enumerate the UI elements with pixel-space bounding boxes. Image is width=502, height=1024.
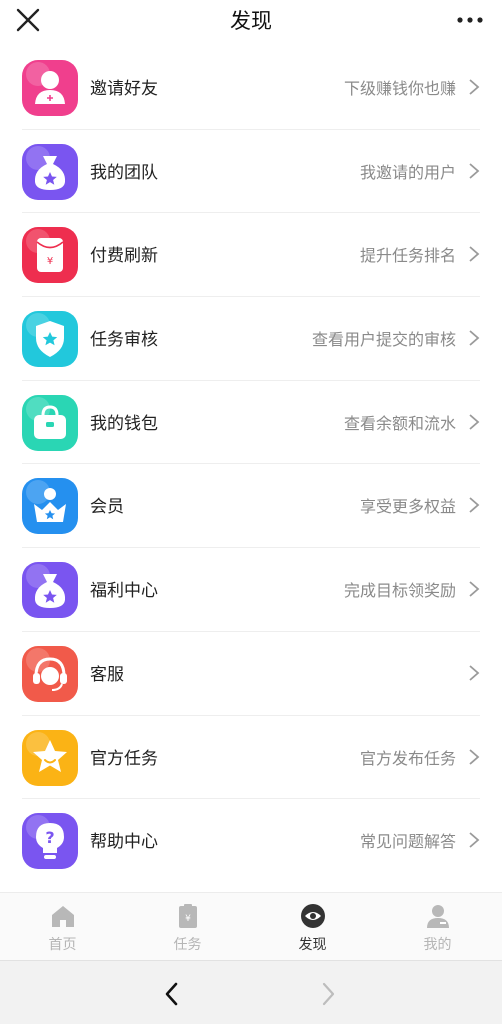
page-title: 发现 xyxy=(230,9,272,33)
chevron-right-icon xyxy=(469,79,480,95)
chevron-right-icon xyxy=(469,832,480,848)
menu-item-label: 付费刷新 xyxy=(90,246,158,267)
menu-item-label: 任务审核 xyxy=(90,330,158,351)
tab-label: 任务 xyxy=(173,937,202,953)
chevron-right-icon xyxy=(469,497,480,514)
menu-item-subtitle: 常见问题解答 xyxy=(359,832,456,852)
svg-text:?: ? xyxy=(45,828,54,847)
back-arrow-icon[interactable] xyxy=(162,981,182,1007)
tab-mine[interactable]: 我的 xyxy=(375,893,500,961)
menu-item-subtitle: 完成目标领奖励 xyxy=(343,581,456,601)
menu-item-subtitle: 提升任务排名 xyxy=(359,246,456,266)
menu-item-service[interactable]: 客服 xyxy=(22,632,480,716)
chevron-right-icon xyxy=(469,330,480,346)
menu-item-refresh[interactable]: ¥ 付费刷新 提升任务排名 xyxy=(22,213,480,298)
menu-item-wallet[interactable]: 我的钱包 查看余额和流水 xyxy=(22,381,480,465)
chevron-right-icon xyxy=(469,748,480,765)
invite-user-icon xyxy=(22,60,78,116)
team-bag-icon xyxy=(22,143,78,200)
tab-home[interactable]: 首页 xyxy=(0,893,125,961)
gift-bag-icon xyxy=(22,562,78,619)
menu-item-welfare[interactable]: 福利中心 完成目标领奖励 xyxy=(22,548,480,632)
home-icon xyxy=(51,906,74,927)
tab-label: 发现 xyxy=(298,937,327,953)
eye-icon xyxy=(300,904,325,928)
chevron-right-icon xyxy=(469,246,480,263)
menu-item-invite[interactable]: 邀请好友 下级赚钱你也赚 xyxy=(22,46,480,130)
help-bulb-icon: ? xyxy=(22,813,78,870)
menu-item-label: 福利中心 xyxy=(90,581,158,602)
menu-item-label: 我的钱包 xyxy=(90,413,158,434)
menu-item-subtitle: 查看用户提交的审核 xyxy=(311,330,456,350)
menu-item-label: 会员 xyxy=(90,497,124,518)
menu-item-subtitle: 享受更多权益 xyxy=(359,497,456,517)
menu-item-label: 客服 xyxy=(90,664,124,685)
menu-item-team[interactable]: 我的团队 我邀请的用户 xyxy=(22,130,480,214)
top-bar: 发现 xyxy=(0,0,502,40)
red-envelope-icon: ¥ xyxy=(22,227,78,284)
chevron-right-icon xyxy=(469,581,480,597)
menu-item-label: 帮助中心 xyxy=(90,832,158,853)
star-icon xyxy=(22,729,78,786)
tab-label: 首页 xyxy=(48,937,77,953)
crown-user-icon xyxy=(22,478,78,535)
menu-item-subtitle: 查看余额和流水 xyxy=(343,413,456,433)
chevron-right-icon xyxy=(469,163,480,179)
menu-item-vip[interactable]: 会员 享受更多权益 xyxy=(22,464,480,549)
svg-text:¥: ¥ xyxy=(47,256,53,267)
menu-item-subtitle: 下级赚钱你也赚 xyxy=(343,79,456,98)
profile-icon xyxy=(426,905,449,928)
headset-icon xyxy=(22,645,78,702)
menu-item-review[interactable]: 任务审核 查看用户提交的审核 xyxy=(22,297,480,381)
tab-discover[interactable]: 发现 xyxy=(250,893,375,961)
forward-arrow-icon[interactable] xyxy=(318,981,338,1007)
menu-item-label: 我的团队 xyxy=(90,162,158,183)
menu-item-official[interactable]: 官方任务 官方发布任务 xyxy=(22,716,480,800)
chevron-right-icon xyxy=(469,665,480,681)
chevron-right-icon xyxy=(469,414,480,430)
menu-item-help[interactable]: ? 帮助中心 常见问题解答 xyxy=(22,799,480,883)
svg-text:¥: ¥ xyxy=(185,914,191,924)
shield-star-icon xyxy=(22,311,78,368)
task-icon: ¥ xyxy=(178,904,197,928)
wallet-icon xyxy=(22,394,78,451)
tab-task[interactable]: ¥ 任务 xyxy=(125,893,250,961)
menu-item-label: 官方任务 xyxy=(90,748,158,769)
bottom-tab-bar: 首页 ¥ 任务 发现 我的 xyxy=(0,892,502,960)
discover-menu: 邀请好友 下级赚钱你也赚 我的团队 我邀请的用户 ¥ 付费刷新 提升任务排名 任… xyxy=(0,46,502,883)
menu-item-subtitle: 官方发布任务 xyxy=(359,748,456,768)
menu-item-label: 邀请好友 xyxy=(90,79,158,99)
tab-label: 我的 xyxy=(423,937,452,953)
browser-nav-bar xyxy=(0,960,502,1024)
more-icon[interactable] xyxy=(456,8,484,32)
menu-item-subtitle: 我邀请的用户 xyxy=(359,162,456,182)
